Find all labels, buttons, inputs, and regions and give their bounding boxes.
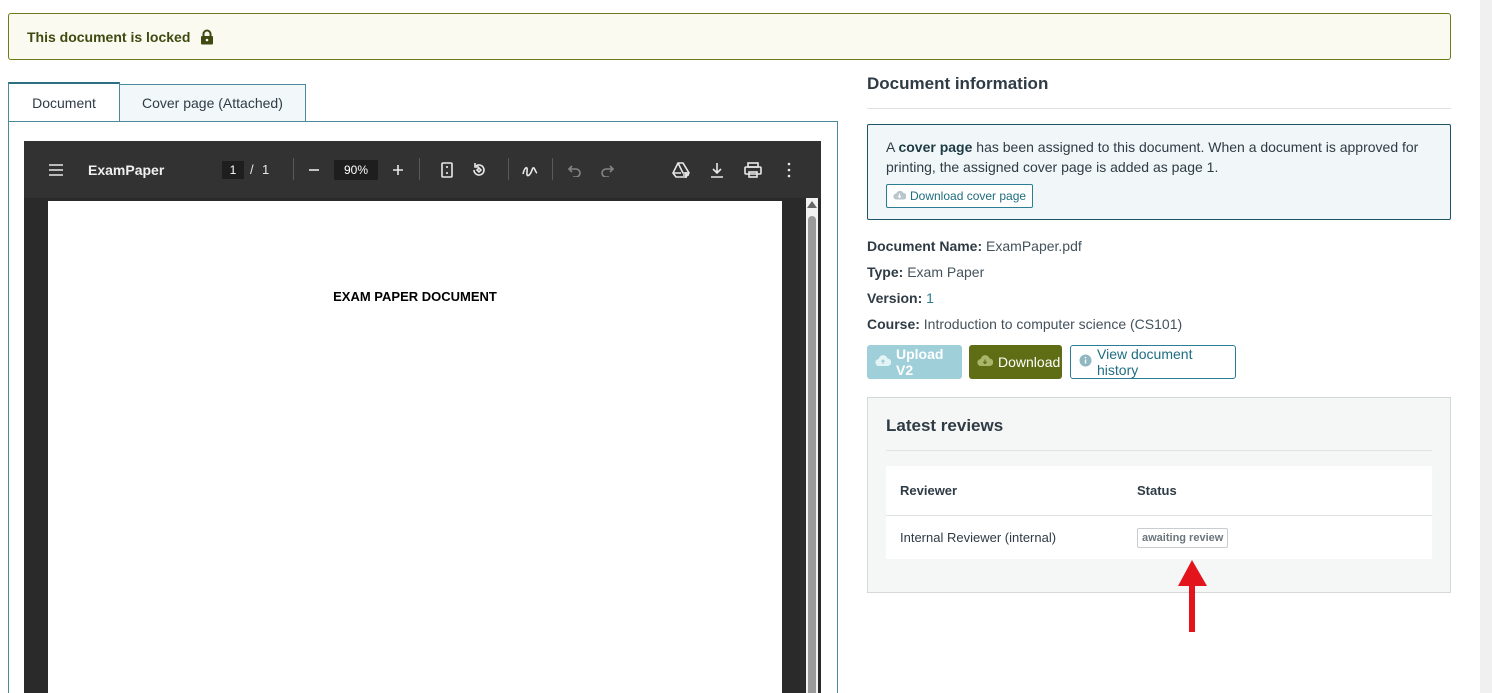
upload-v2-label: Upload V2 (896, 346, 944, 378)
print-icon[interactable] (741, 158, 765, 182)
download-cover-page-button[interactable]: Download cover page (886, 184, 1034, 208)
undo-icon[interactable] (563, 158, 587, 182)
lock-icon (200, 29, 214, 45)
toolbar-divider (508, 158, 509, 180)
cloud-download-icon (977, 354, 994, 370)
toolbar-divider (293, 158, 294, 180)
notice-prefix: A (886, 139, 899, 155)
document-information-title: Document information (867, 74, 1049, 93)
rotate-icon[interactable] (467, 158, 491, 182)
download-icon[interactable] (705, 158, 729, 182)
table-header: Reviewer Status (886, 466, 1432, 516)
pdf-viewer: ExamPaper 1 / 1 90% EXAM PAPER DOCUMENT (24, 141, 821, 693)
download-cover-page-label: Download cover page (910, 189, 1027, 203)
pdf-canvas: EXAM PAPER DOCUMENT (24, 198, 821, 693)
course-value: Introduction to computer science (CS101) (923, 316, 1183, 332)
pdf-page-heading: EXAM PAPER DOCUMENT (333, 289, 497, 304)
cloud-download-icon (893, 186, 907, 206)
tab-document[interactable]: Document (8, 82, 120, 122)
upload-v2-button[interactable]: Upload V2 (867, 345, 962, 379)
status-badge: awaiting review (1137, 527, 1229, 548)
info-icon (1079, 354, 1092, 370)
version-label: Version: (867, 290, 923, 306)
fit-page-icon[interactable] (435, 158, 459, 182)
status-cell: awaiting review (1137, 527, 1432, 548)
table-row: Internal Reviewer (internal) awaiting re… (886, 516, 1432, 559)
version-value[interactable]: 1 (926, 290, 934, 306)
status-column-header: Status (1137, 483, 1177, 498)
scroll-thumb[interactable] (808, 216, 816, 693)
divider (886, 450, 1432, 451)
cloud-upload-icon (875, 354, 892, 370)
page-number-input[interactable]: 1 (222, 160, 244, 179)
reviews-table: Reviewer Status Internal Reviewer (inter… (886, 466, 1432, 559)
latest-reviews-panel: Latest reviews Reviewer Status Internal … (867, 397, 1451, 593)
toolbar-divider (552, 158, 553, 180)
course-row: Course: Introduction to computer science… (867, 316, 1182, 332)
tab-cover-page[interactable]: Cover page (Attached) (120, 84, 306, 122)
document-tabs: Document Cover page (Attached) (8, 82, 306, 122)
locked-banner: This document is locked (8, 13, 1451, 60)
cover-page-notice: A cover page has been assigned to this d… (867, 124, 1451, 220)
menu-icon[interactable] (44, 158, 68, 182)
draw-icon[interactable] (518, 158, 542, 182)
download-button[interactable]: Download (969, 345, 1062, 379)
divider (867, 108, 1451, 109)
type-label: Type: (867, 264, 904, 280)
cover-page-notice-text: A cover page has been assigned to this d… (886, 137, 1432, 177)
pdf-title: ExamPaper (88, 161, 165, 178)
zoom-in-icon[interactable] (386, 158, 410, 182)
download-label: Download (998, 354, 1061, 370)
drive-icon[interactable] (669, 158, 693, 182)
annotation-arrow-icon (1178, 560, 1207, 632)
pdf-toolbar: ExamPaper 1 / 1 90% (24, 141, 821, 198)
locked-banner-text: This document is locked (27, 28, 191, 45)
view-document-history-label: View document history (1097, 346, 1193, 378)
reviewer-column-header: Reviewer (900, 483, 958, 498)
type-value: Exam Paper (907, 264, 985, 280)
page-total: 1 (262, 162, 270, 177)
document-name-label: Document Name: (867, 238, 983, 254)
document-name-value: ExamPaper.pdf (986, 238, 1082, 254)
course-label: Course: (867, 316, 920, 332)
zoom-level[interactable]: 90% (334, 159, 378, 180)
type-row: Type: Exam Paper (867, 264, 984, 280)
pdf-page: EXAM PAPER DOCUMENT (48, 201, 782, 693)
reviewer-cell: Internal Reviewer (internal) (900, 530, 1057, 545)
page-scrollbar[interactable] (1480, 0, 1492, 693)
redo-icon[interactable] (595, 158, 619, 182)
view-document-history-button[interactable]: View document history (1070, 345, 1236, 379)
pdf-scrollbar[interactable] (806, 198, 818, 693)
toolbar-divider (419, 158, 420, 180)
page-separator: / (250, 162, 254, 177)
zoom-out-icon[interactable] (302, 158, 326, 182)
more-options-icon[interactable] (777, 158, 801, 182)
scroll-up-arrow-icon[interactable] (807, 201, 817, 208)
document-name-row: Document Name: ExamPaper.pdf (867, 238, 1082, 254)
version-row: Version: 1 (867, 290, 934, 306)
notice-bold: cover page (898, 139, 973, 155)
latest-reviews-title: Latest reviews (886, 416, 1004, 435)
